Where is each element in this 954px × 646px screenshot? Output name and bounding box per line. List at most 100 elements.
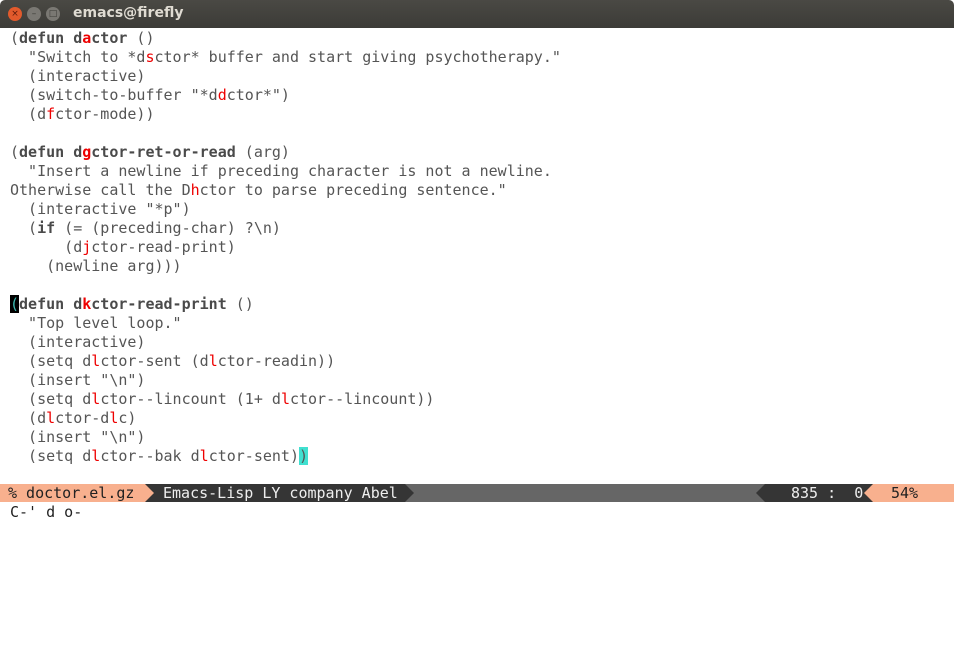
code-token: (newline arg))) (10, 257, 182, 275)
buffer-percent: 54% (873, 484, 954, 502)
code-token: l (91, 390, 101, 408)
arrow-separator (145, 484, 154, 502)
line-column: 835 : 0 (765, 484, 873, 502)
code-token: defun (19, 143, 65, 161)
code-token: (interactive "*p") (10, 200, 191, 218)
arrow-separator (756, 484, 765, 502)
code-token: ctor--bak d (100, 447, 200, 465)
code-line: (setq dlctor--bak dlctor-sent)) (10, 447, 561, 466)
window-title: emacs@firefly (73, 5, 184, 21)
close-icon[interactable]: × (8, 7, 22, 21)
code-token: defun (19, 295, 65, 313)
code-token: (switch-to-buffer "*d (10, 86, 218, 104)
code-line: (defun dactor () (10, 29, 561, 48)
code-token: ctor-read-print (91, 295, 227, 313)
code-token: d (73, 143, 83, 161)
code-token: ( (10, 219, 38, 237)
code-line: (djctor-read-print) (10, 238, 561, 257)
code-token: ctor* buffer and start giving psychother… (154, 48, 561, 66)
code-token: defun (19, 29, 65, 47)
code-token: (d (10, 238, 83, 256)
code-token: "Top level loop." (10, 314, 182, 332)
mode-line: % doctor.el.gz Emacs-Lisp LY company Abe… (0, 484, 954, 502)
code-line: (dlctor-dlc) (10, 409, 561, 428)
code-token: (setq d (10, 447, 92, 465)
code-token: ctor (91, 29, 128, 47)
code-token: ( (10, 143, 20, 161)
code-token: (interactive) (10, 67, 146, 85)
editor-buffer[interactable]: (defun dactor () "Switch to *dsctor* buf… (10, 29, 561, 466)
code-line: (setq dlctor--lincount (1+ dlctor--linco… (10, 390, 561, 409)
code-token: (arg) (235, 143, 290, 161)
minimize-icon[interactable]: – (27, 7, 41, 21)
code-token: f (46, 105, 56, 123)
code-line: (insert "\n") (10, 428, 561, 447)
code-line: (defun dkctor-read-print () (10, 295, 561, 314)
code-token: ctor--lincount)) (289, 390, 435, 408)
code-token: l (280, 390, 290, 408)
code-token: a (82, 29, 92, 47)
code-line: (newline arg))) (10, 257, 561, 276)
code-token: l (91, 352, 101, 370)
code-line: (interactive) (10, 67, 561, 86)
code-token: (insert "\n") (10, 371, 146, 389)
title-bar: × – □ emacs@firefly (0, 0, 954, 28)
code-token: (setq d (10, 352, 92, 370)
matching-paren: ) (299, 447, 309, 465)
code-token: l (199, 447, 209, 465)
code-token: "Switch to *d (10, 48, 146, 66)
code-token: ctor-d (55, 409, 110, 427)
minibuffer[interactable]: C-' d o- (10, 503, 82, 522)
code-token: c) (118, 409, 137, 427)
arrow-separator (405, 484, 414, 502)
code-line: (interactive "*p") (10, 200, 561, 219)
code-token: l (208, 352, 218, 370)
code-token: h (190, 181, 200, 199)
code-token: l (91, 447, 101, 465)
code-token: Otherwise call the D (10, 181, 191, 199)
code-line: "Insert a newline if preceding character… (10, 162, 561, 181)
code-line: "Top level loop." (10, 314, 561, 333)
code-token: ctor-sent) (208, 447, 299, 465)
code-token: () (127, 29, 155, 47)
code-token: ctor-mode)) (55, 105, 155, 123)
maximize-icon[interactable]: □ (46, 7, 60, 21)
code-token: d (73, 29, 83, 47)
code-token: ctor*") (226, 86, 290, 104)
code-token: (d (10, 409, 47, 427)
code-line: (insert "\n") (10, 371, 561, 390)
code-line: Otherwise call the Dhctor to parse prece… (10, 181, 561, 200)
code-token: (= (preceding-char) ?\n) (55, 219, 281, 237)
code-token: (setq d (10, 390, 92, 408)
code-token: j (82, 238, 92, 256)
code-token: "Insert a newline if preceding character… (10, 162, 552, 180)
code-token: ctor-sent (d (100, 352, 209, 370)
code-token: s (145, 48, 155, 66)
code-line: (interactive) (10, 333, 561, 352)
cursor: ( (10, 295, 20, 313)
code-token: ctor--lincount (1+ d (100, 390, 281, 408)
code-token: (interactive) (10, 333, 146, 351)
code-token: g (82, 143, 92, 161)
code-line: (switch-to-buffer "*ddctor*") (10, 86, 561, 105)
major-minor-modes[interactable]: Emacs-Lisp LY company Abel (145, 484, 405, 502)
code-line: (if (= (preceding-char) ?\n) (10, 219, 561, 238)
buffer-name[interactable]: % doctor.el.gz (0, 484, 145, 502)
arrow-separator (864, 484, 873, 502)
code-line: "Switch to *dsctor* buffer and start giv… (10, 48, 561, 67)
code-token: (d (10, 105, 47, 123)
code-token: d (73, 295, 83, 313)
code-token: if (37, 219, 56, 237)
code-line: (dfctor-mode)) (10, 105, 561, 124)
code-line: (setq dlctor-sent (dlctor-readin)) (10, 352, 561, 371)
code-token: ctor-readin)) (217, 352, 336, 370)
code-token: ctor-ret-or-read (91, 143, 236, 161)
code-token: ctor to parse preceding sentence." (199, 181, 507, 199)
code-token: (insert "\n") (10, 428, 146, 446)
code-token: () (226, 295, 254, 313)
